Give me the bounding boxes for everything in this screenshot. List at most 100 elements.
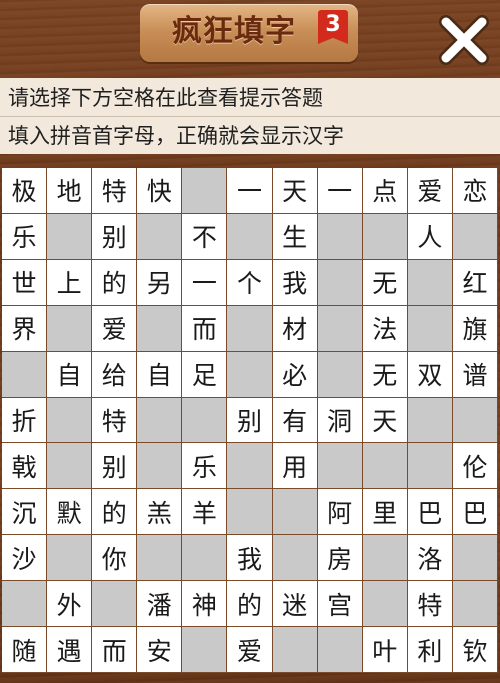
grid-cell[interactable]: 巴	[452, 489, 498, 536]
grid-cell[interactable]: 材	[272, 305, 318, 352]
grid-cell[interactable]: 随	[2, 627, 48, 673]
grid-cell[interactable]	[272, 489, 318, 536]
grid-cell[interactable]: 神	[182, 581, 228, 628]
grid-cell[interactable]: 乐	[2, 213, 48, 260]
grid-cell[interactable]: 天	[362, 397, 408, 444]
grid-cell[interactable]	[362, 581, 408, 628]
grid-cell[interactable]: 谱	[452, 351, 498, 398]
grid-cell[interactable]	[182, 397, 228, 444]
grid-cell[interactable]: 戟	[2, 443, 48, 490]
grid-cell[interactable]	[47, 397, 93, 444]
grid-cell[interactable]	[317, 351, 363, 398]
grid-cell[interactable]	[47, 443, 93, 490]
grid-cell[interactable]: 的	[227, 581, 273, 628]
grid-cell[interactable]	[407, 443, 453, 490]
grid-cell[interactable]: 天	[272, 168, 318, 214]
grid-cell[interactable]: 的	[92, 489, 138, 536]
grid-cell[interactable]	[137, 443, 183, 490]
close-button[interactable]	[436, 14, 492, 66]
grid-cell[interactable]: 地	[47, 168, 93, 214]
grid-cell[interactable]	[227, 213, 273, 260]
grid-cell[interactable]	[182, 535, 228, 582]
grid-cell[interactable]: 一	[317, 168, 363, 214]
grid-cell[interactable]: 一	[227, 168, 273, 214]
grid-cell[interactable]	[137, 535, 183, 582]
grid-cell[interactable]	[407, 305, 453, 352]
grid-cell[interactable]: 迷	[272, 581, 318, 628]
grid-cell[interactable]	[92, 581, 138, 628]
grid-cell[interactable]: 而	[182, 305, 228, 352]
grid-cell[interactable]: 钦	[452, 627, 498, 673]
grid-cell[interactable]	[362, 443, 408, 490]
grid-cell[interactable]	[407, 397, 453, 444]
grid-cell[interactable]: 羔	[137, 489, 183, 536]
grid-cell[interactable]	[227, 305, 273, 352]
grid-cell[interactable]	[227, 351, 273, 398]
grid-cell[interactable]	[452, 581, 498, 628]
grid-cell[interactable]: 足	[182, 351, 228, 398]
grid-cell[interactable]	[2, 581, 48, 628]
grid-cell[interactable]	[137, 213, 183, 260]
grid-cell[interactable]: 给	[92, 351, 138, 398]
grid-cell[interactable]: 有	[272, 397, 318, 444]
grid-cell[interactable]	[317, 305, 363, 352]
grid-cell[interactable]	[272, 535, 318, 582]
grid-cell[interactable]: 无	[362, 259, 408, 306]
grid-cell[interactable]: 恋	[452, 168, 498, 214]
grid-cell[interactable]: 旗	[452, 305, 498, 352]
grid-cell[interactable]	[137, 305, 183, 352]
grid-cell[interactable]: 界	[2, 305, 48, 352]
grid-cell[interactable]	[452, 213, 498, 260]
grid-cell[interactable]: 极	[2, 168, 48, 214]
grid-cell[interactable]: 巴	[407, 489, 453, 536]
grid-cell[interactable]: 默	[47, 489, 93, 536]
grid-cell[interactable]: 房	[317, 535, 363, 582]
grid-cell[interactable]: 别	[92, 213, 138, 260]
grid-cell[interactable]: 人	[407, 213, 453, 260]
grid-cell[interactable]: 伦	[452, 443, 498, 490]
grid-cell[interactable]: 世	[2, 259, 48, 306]
grid-cell[interactable]: 另	[137, 259, 183, 306]
grid-cell[interactable]: 自	[47, 351, 93, 398]
grid-cell[interactable]: 无	[362, 351, 408, 398]
grid-cell[interactable]	[47, 213, 93, 260]
grid-cell[interactable]: 叶	[362, 627, 408, 673]
grid-cell[interactable]: 生	[272, 213, 318, 260]
grid-cell[interactable]	[362, 213, 408, 260]
grid-cell[interactable]: 不	[182, 213, 228, 260]
grid-cell[interactable]	[47, 535, 93, 582]
grid-cell[interactable]	[182, 168, 228, 214]
grid-cell[interactable]: 外	[47, 581, 93, 628]
grid-cell[interactable]: 快	[137, 168, 183, 214]
grid-cell[interactable]: 阿	[317, 489, 363, 536]
grid-cell[interactable]: 别	[227, 397, 273, 444]
grid-cell[interactable]: 别	[92, 443, 138, 490]
grid-cell[interactable]: 遇	[47, 627, 93, 673]
grid-cell[interactable]	[317, 627, 363, 673]
grid-cell[interactable]: 爱	[407, 168, 453, 214]
grid-cell[interactable]: 你	[92, 535, 138, 582]
grid-cell[interactable]: 个	[227, 259, 273, 306]
grid-cell[interactable]	[317, 213, 363, 260]
grid-cell[interactable]: 宫	[317, 581, 363, 628]
grid-cell[interactable]	[2, 351, 48, 398]
grid-cell[interactable]: 洛	[407, 535, 453, 582]
grid-cell[interactable]	[317, 259, 363, 306]
grid-cell[interactable]	[452, 397, 498, 444]
grid-cell[interactable]: 的	[92, 259, 138, 306]
grid-cell[interactable]: 爱	[92, 305, 138, 352]
grid-cell[interactable]: 自	[137, 351, 183, 398]
grid-cell[interactable]	[182, 627, 228, 673]
grid-cell[interactable]: 沉	[2, 489, 48, 536]
grid-cell[interactable]: 羊	[182, 489, 228, 536]
grid-cell[interactable]	[317, 443, 363, 490]
grid-cell[interactable]	[272, 627, 318, 673]
grid-cell[interactable]: 法	[362, 305, 408, 352]
grid-cell[interactable]: 里	[362, 489, 408, 536]
grid-cell[interactable]: 一	[182, 259, 228, 306]
grid-cell[interactable]: 安	[137, 627, 183, 673]
grid-cell[interactable]: 爱	[227, 627, 273, 673]
grid-cell[interactable]: 利	[407, 627, 453, 673]
grid-cell[interactable]: 我	[272, 259, 318, 306]
grid-cell[interactable]: 潘	[137, 581, 183, 628]
